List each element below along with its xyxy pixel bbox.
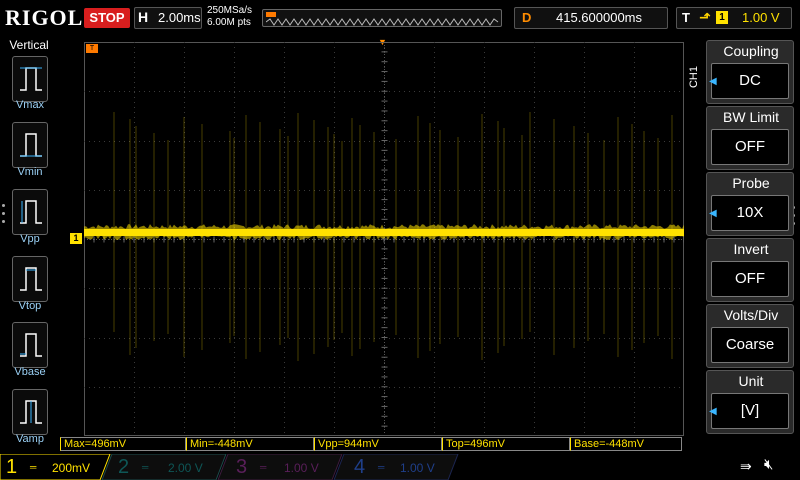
unit-menu[interactable]: Unit [V] ◀ — [706, 370, 794, 434]
dc-coupling-icon: ═ — [30, 462, 37, 472]
bw-limit-value: OFF — [711, 129, 789, 165]
invert-menu[interactable]: Invert OFF — [706, 238, 794, 302]
measurement-vpp[interactable]: Vpp=944mV — [314, 437, 442, 451]
vbase-label: Vbase — [14, 366, 46, 378]
left-arrow-icon: ◀ — [709, 406, 717, 417]
ch1-offset-marker[interactable]: 1 — [70, 233, 82, 244]
coupling-title: Coupling — [723, 43, 779, 59]
vamp-button[interactable] — [12, 389, 48, 435]
trigger-level: 1.00 V — [742, 10, 780, 25]
vamp-icon — [20, 400, 42, 424]
waveform-trace — [84, 229, 684, 236]
measurement-top[interactable]: Top=496mV — [442, 437, 570, 451]
vmin-label: Vmin — [17, 166, 43, 178]
dc-coupling-icon: ═ — [142, 462, 149, 472]
measure-category-title: Vertical — [9, 38, 49, 52]
waveform-display[interactable] — [84, 42, 684, 436]
volts-div-value: Coarse — [711, 327, 789, 363]
timebase-label: H — [138, 9, 149, 25]
probe-value: 10X — [711, 195, 789, 231]
measurement-min[interactable]: Min=-448mV — [186, 437, 314, 451]
memory-wave-icon — [266, 18, 499, 26]
channel-tab: CH1 — [688, 66, 700, 89]
trigger-label: T — [682, 10, 690, 25]
unit-title: Unit — [738, 373, 764, 389]
vpp-label: Vpp — [20, 233, 40, 245]
ch4-scale[interactable]: 1.00 V — [400, 461, 435, 475]
coupling-menu[interactable]: Coupling DC ◀ — [706, 40, 794, 104]
vamp-label: Vamp — [16, 433, 44, 445]
probe-menu[interactable]: Probe 10X ◀ — [706, 172, 794, 236]
dc-coupling-icon: ═ — [378, 462, 385, 472]
timebase-value: 2.00ms — [158, 10, 201, 25]
bw-limit-menu[interactable]: BW Limit OFF — [706, 106, 794, 170]
volts-div-menu[interactable]: Volts/Div Coarse — [706, 304, 794, 368]
vmax-icon — [20, 67, 42, 91]
usb-icon: ⇛ — [740, 458, 752, 474]
ch3-scale[interactable]: 1.00 V — [284, 461, 319, 475]
measurement-base[interactable]: Base=-448mV — [570, 437, 682, 451]
trigger-source: 1 — [716, 11, 728, 24]
vmin-button[interactable] — [12, 122, 48, 168]
top-status-bar: RIGOL STOP H 2.00ms 250MSa/s 6.00M pts D… — [0, 0, 800, 36]
memory-depth: 6.00M pts — [207, 17, 251, 28]
graticule — [84, 42, 684, 436]
acquisition-info: 250MSa/s 6.00M pts — [207, 5, 252, 29]
vbase-button[interactable] — [12, 322, 48, 368]
vtop-button[interactable] — [12, 256, 48, 302]
bw-limit-title: BW Limit — [723, 109, 779, 125]
ch4-number[interactable]: 4 — [354, 456, 365, 479]
coupling-value: DC — [711, 63, 789, 99]
measurement-results-bar: Max=496mV Min=-448mV Vpp=944mV Top=496mV… — [58, 437, 686, 453]
left-arrow-icon: ◀ — [709, 208, 717, 219]
measurement-max[interactable]: Max=496mV — [60, 437, 186, 451]
ch3-number[interactable]: 3 — [236, 456, 247, 479]
vtop-label: Vtop — [18, 300, 42, 312]
ch2-number[interactable]: 2 — [118, 456, 129, 479]
rising-edge-icon: ⬏ — [699, 9, 711, 25]
invert-value: OFF — [711, 261, 789, 297]
vmax-button[interactable] — [12, 56, 48, 102]
ch1-scale[interactable]: 200mV — [52, 461, 90, 475]
probe-title: Probe — [732, 175, 770, 191]
vpp-button[interactable] — [12, 189, 48, 235]
memory-overview-bar[interactable] — [262, 9, 502, 27]
delay-label: D — [522, 10, 532, 25]
sample-rate: 250MSa/s — [207, 5, 253, 16]
vpp-icon — [20, 200, 42, 224]
memory-window-marker — [266, 12, 276, 17]
unit-value: [V] — [711, 393, 789, 429]
speaker-mute-icon[interactable]: 🔇︎ — [764, 456, 773, 473]
volts-div-title: Volts/Div — [723, 307, 779, 323]
delay-value: 415.600000ms — [556, 10, 643, 25]
vmax-label: Vmax — [15, 99, 45, 111]
vmin-icon — [20, 133, 42, 157]
ch1-number[interactable]: 1 — [6, 456, 17, 479]
left-arrow-icon: ◀ — [709, 76, 717, 87]
page-dots-left — [2, 204, 6, 228]
brand-logo: RIGOL — [5, 5, 84, 30]
run-stop-status[interactable]: STOP — [84, 8, 130, 28]
vtop-icon — [20, 267, 42, 291]
ch2-scale[interactable]: 2.00 V — [168, 461, 203, 475]
vbase-icon — [20, 333, 42, 357]
channel-status-bar: 1 ═ 200mV 2 ═ 2.00 V 3 ═ 1.00 V 4 ═ 1.00… — [0, 454, 800, 480]
invert-title: Invert — [733, 241, 769, 257]
dc-coupling-icon: ═ — [260, 462, 267, 472]
